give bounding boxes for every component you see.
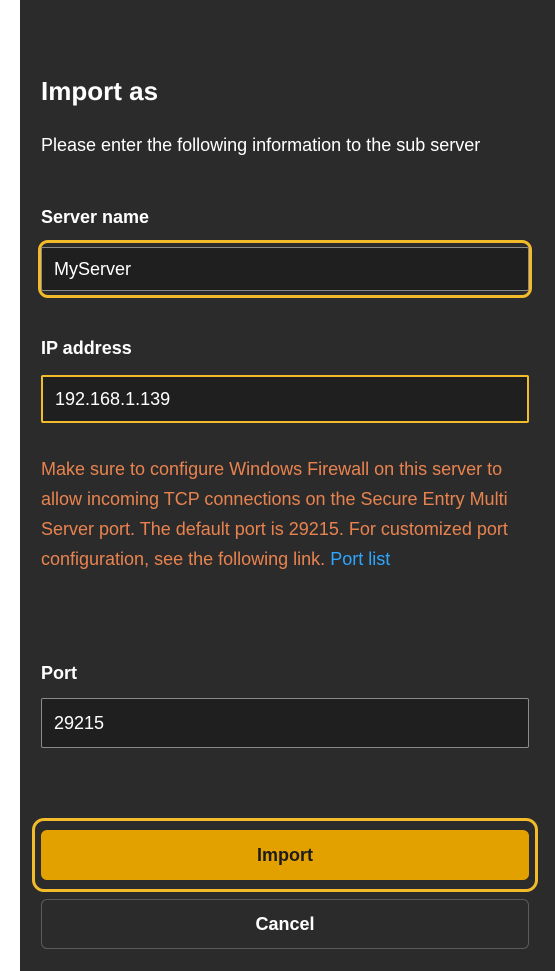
- dialog-description: Please enter the following information t…: [41, 135, 481, 155]
- firewall-warning: Make sure to configure Windows Firewall …: [41, 454, 531, 574]
- ip-address-input[interactable]: [41, 375, 529, 423]
- port-label: Port: [41, 663, 77, 683]
- dialog-title: Import as: [41, 76, 159, 106]
- import-as-dialog: Import as Please enter the following inf…: [20, 0, 555, 971]
- import-button[interactable]: Import: [41, 830, 529, 880]
- cancel-button[interactable]: Cancel: [41, 899, 529, 949]
- port-list-link[interactable]: Port list: [330, 549, 390, 569]
- server-name-label: Server name: [41, 207, 150, 227]
- server-name-input[interactable]: [41, 247, 529, 291]
- ip-address-label: IP address: [41, 338, 132, 358]
- port-input[interactable]: [41, 698, 529, 748]
- firewall-warning-text: Make sure to configure Windows Firewall …: [41, 459, 508, 569]
